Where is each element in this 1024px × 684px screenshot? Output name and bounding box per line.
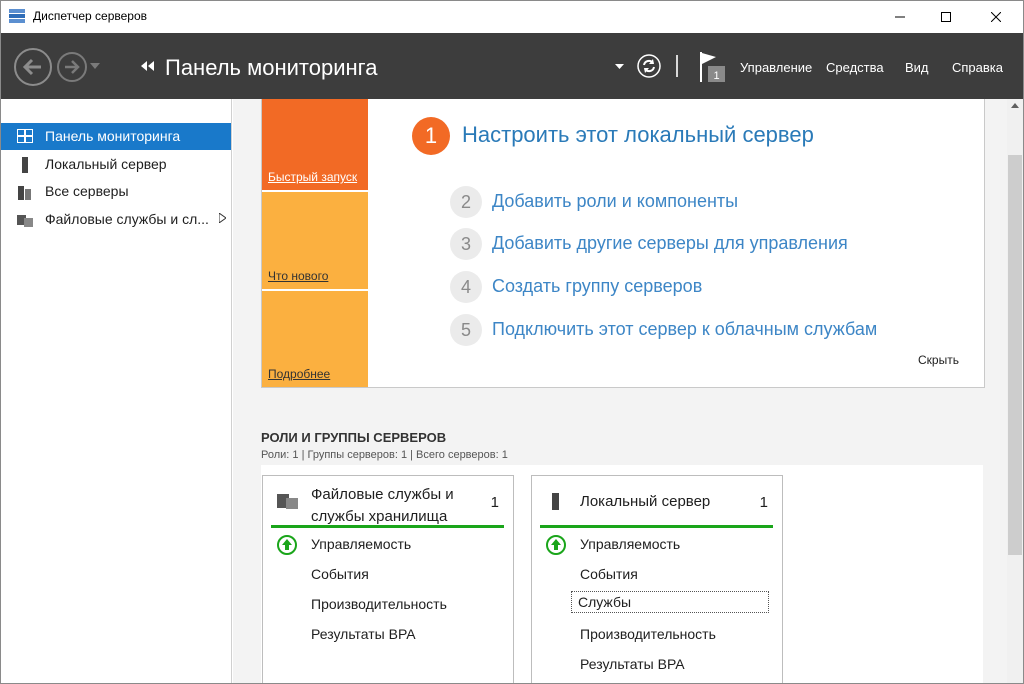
row-events[interactable]: События: [580, 566, 638, 582]
server-manager-window: Диспетчер серверов Панель мониторинга 1 …: [0, 0, 1024, 684]
dashboard-icon: [17, 129, 33, 143]
header-separator: [676, 55, 678, 77]
step-link[interactable]: Добавить роли и компоненты: [492, 191, 738, 212]
sidebar-item-label: Файловые службы и сл...: [45, 211, 209, 227]
step-number: 3: [450, 228, 482, 260]
file-services-icon: [17, 215, 33, 227]
sidebar: Панель мониторинга Локальный сервер Все …: [1, 99, 232, 683]
flag-icon: 1: [700, 52, 725, 82]
close-icon: [991, 12, 1001, 22]
sidebar-item-file-services[interactable]: Файловые службы и сл...: [1, 206, 231, 233]
sidebar-item-label: Все серверы: [45, 183, 129, 199]
step-link[interactable]: Создать группу серверов: [492, 276, 702, 297]
row-performance[interactable]: Производительность: [580, 626, 716, 642]
refresh-icon[interactable]: [637, 54, 661, 78]
header-bar: Панель мониторинга 1 Управление Средства…: [1, 33, 1023, 99]
row-manageability[interactable]: Управляемость: [580, 536, 680, 552]
page-title: Панель мониторинга: [165, 55, 378, 80]
step-link[interactable]: Подключить этот сервер к облачным служба…: [492, 319, 877, 340]
tile-learn-more[interactable]: Подробнее: [262, 291, 368, 387]
vertical-scrollbar[interactable]: [1007, 99, 1023, 683]
tile-whats-new[interactable]: Что нового: [262, 192, 368, 289]
window-title: Диспетчер серверов: [33, 9, 148, 23]
roles-summary: Роли: 1 | Группы серверов: 1 | Всего сер…: [261, 449, 508, 461]
sidebar-item-all-servers[interactable]: Все серверы: [1, 178, 231, 205]
row-performance[interactable]: Производительность: [311, 596, 447, 612]
step-link[interactable]: Добавить другие серверы для управления: [492, 233, 848, 254]
notifications-flag[interactable]: 1: [698, 50, 728, 91]
sidebar-item-dashboard[interactable]: Панель мониторинга: [1, 123, 231, 150]
status-ok-icon: [546, 535, 566, 555]
roles-section-title: РОЛИ И ГРУППЫ СЕРВЕРОВ: [261, 430, 447, 445]
step-number: 4: [450, 271, 482, 303]
row-events[interactable]: События: [311, 566, 369, 582]
scroll-up-icon[interactable]: [1011, 103, 1019, 108]
title-dropdown-icon[interactable]: [615, 64, 624, 69]
status-bar: [540, 525, 773, 528]
minimize-button[interactable]: [877, 1, 923, 33]
forward-button[interactable]: [57, 52, 87, 82]
minimize-icon: [895, 16, 905, 18]
row-services[interactable]: Службы: [571, 591, 769, 613]
menu-manage[interactable]: Управление: [740, 60, 812, 75]
quick-start-panel: Быстрый запуск Что нового Подробнее 1 На…: [261, 99, 985, 388]
card-count: 1: [759, 494, 768, 511]
row-manageability[interactable]: Управляемость: [311, 536, 411, 552]
step-number: 2: [450, 186, 482, 218]
card-header[interactable]: Файловые службы и службы хранилища 1: [263, 476, 513, 526]
step-number: 5: [450, 314, 482, 346]
role-card-local-server[interactable]: Локальный сервер 1 Управляемость События…: [531, 475, 783, 683]
title-bar: Диспетчер серверов: [1, 1, 1023, 33]
history-dropdown-icon[interactable]: [90, 63, 100, 69]
expand-arrow-icon[interactable]: [219, 213, 226, 223]
forward-arrow-icon: [65, 60, 80, 74]
step-link[interactable]: Настроить этот локальный сервер: [462, 122, 814, 148]
status-bar: [271, 525, 504, 528]
row-bpa-results[interactable]: Результаты BPA: [311, 626, 416, 642]
tile-quick-start[interactable]: Быстрый запуск: [262, 99, 368, 190]
scrollbar-thumb[interactable]: [1008, 155, 1022, 555]
flag-badge: 1: [713, 70, 719, 82]
sidebar-item-local-server[interactable]: Локальный сервер: [1, 151, 231, 178]
maximize-icon: [941, 12, 951, 22]
card-title: Файловые службы и службы хранилища: [311, 486, 454, 525]
sidebar-item-label: Панель мониторинга: [45, 128, 181, 144]
server-icon: [552, 493, 559, 510]
maximize-button[interactable]: [923, 1, 969, 33]
step-number: 1: [412, 117, 450, 155]
card-title: Локальный сервер: [580, 493, 711, 510]
card-count: 1: [490, 494, 499, 511]
row-bpa-results[interactable]: Результаты BPA: [580, 656, 685, 672]
file-services-icon: [277, 494, 298, 509]
server-icon: [22, 157, 28, 173]
menu-help[interactable]: Справка: [952, 60, 1003, 75]
servers-icon: [18, 186, 31, 200]
menu-view[interactable]: Вид: [905, 60, 929, 75]
back-button[interactable]: [14, 48, 52, 86]
server-manager-icon: [9, 9, 25, 23]
status-ok-icon: [277, 535, 297, 555]
close-button[interactable]: [973, 1, 1019, 33]
hide-link[interactable]: Скрыть: [918, 353, 959, 367]
menu-tools[interactable]: Средства: [826, 60, 884, 75]
role-card-file-services[interactable]: Файловые службы и службы хранилища 1 Упр…: [262, 475, 514, 683]
sidebar-item-label: Локальный сервер: [45, 156, 167, 172]
card-header[interactable]: Локальный сервер 1: [532, 476, 782, 526]
back-arrow-icon: [22, 58, 41, 76]
